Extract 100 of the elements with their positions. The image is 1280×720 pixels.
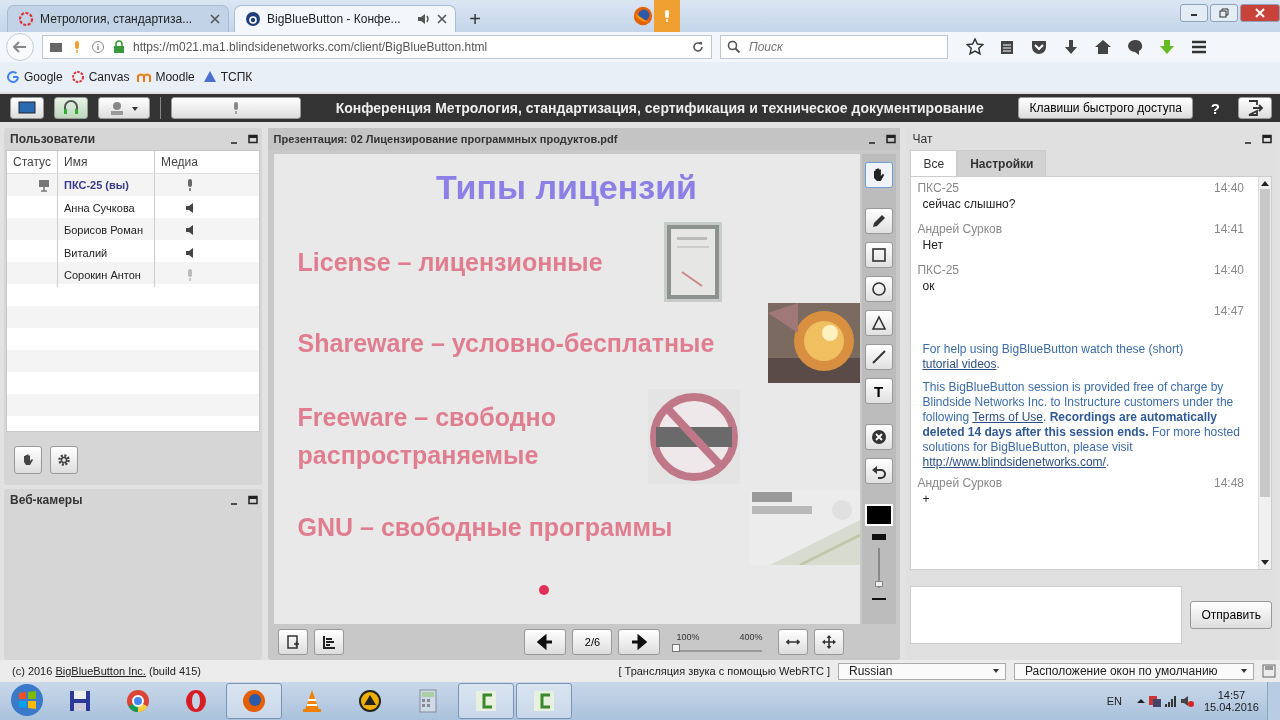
close-icon[interactable] xyxy=(210,14,220,24)
column-header[interactable]: Статус xyxy=(7,151,58,173)
search-icon xyxy=(727,40,741,54)
scroll-down-icon[interactable] xyxy=(1261,560,1269,566)
camtasia-icon xyxy=(473,688,499,714)
maximize-icon[interactable] xyxy=(247,134,258,144)
minimize-button[interactable] xyxy=(1180,4,1208,22)
screen-share-button[interactable] xyxy=(10,97,44,119)
restore-button[interactable] xyxy=(1210,4,1238,22)
undo-tool-button[interactable] xyxy=(864,458,893,484)
text-tool-button[interactable]: T xyxy=(864,378,893,404)
search-input[interactable]: Поиск xyxy=(747,39,941,55)
message-sender: Андрей Сурков xyxy=(917,222,1003,238)
camtasia-app-button[interactable] xyxy=(458,683,514,719)
star-icon[interactable] xyxy=(966,38,984,56)
link[interactable]: Terms of Use xyxy=(972,410,1043,424)
chat-tab[interactable]: Настройки xyxy=(957,150,1047,176)
browser-tab[interactable]: BigBlueButton - Конфе... xyxy=(234,5,456,32)
language-dropdown[interactable]: Russian xyxy=(838,662,1006,680)
reload-icon[interactable] xyxy=(691,40,705,54)
link[interactable]: BigBlueButton Inc. xyxy=(55,665,146,677)
clipboard-icon[interactable] xyxy=(998,38,1016,56)
bookmark[interactable]: ТСПК xyxy=(202,70,253,84)
speaker-icon[interactable] xyxy=(417,12,431,26)
triangle-tool-button[interactable] xyxy=(864,310,893,336)
firefox-icon xyxy=(241,688,267,714)
fit-width-button[interactable] xyxy=(778,629,809,655)
link[interactable]: http://www.blindsidenetworks.com/ xyxy=(922,455,1106,469)
bookmark[interactable]: Moodle xyxy=(137,70,195,84)
scrollbar[interactable] xyxy=(1258,177,1271,569)
raise-hand-button[interactable] xyxy=(14,446,42,474)
new-tab-button[interactable]: + xyxy=(461,6,489,32)
hand-tool-button[interactable] xyxy=(864,162,893,188)
back-button[interactable] xyxy=(6,33,34,61)
settings-button[interactable] xyxy=(50,446,78,474)
info-icon[interactable] xyxy=(91,40,105,54)
chat-bubble-icon[interactable] xyxy=(1126,38,1144,56)
microphone-button[interactable] xyxy=(171,97,301,119)
bookmark-icon xyxy=(70,70,85,84)
column-header[interactable]: Имя xyxy=(58,151,155,173)
clear-tool-button[interactable] xyxy=(864,424,893,450)
maximize-icon[interactable] xyxy=(247,495,258,505)
menu-icon[interactable] xyxy=(1190,38,1208,56)
signal-icon[interactable] xyxy=(1163,694,1178,708)
layout-dropdown[interactable]: Расположение окон по умолчанию xyxy=(1014,662,1254,680)
page-number-button[interactable]: 2/6 xyxy=(572,629,613,655)
tray-arrow-icon[interactable] xyxy=(1135,696,1146,706)
download-icon[interactable] xyxy=(1062,38,1080,56)
camtasia-app-button[interactable] xyxy=(516,683,572,719)
headset-button[interactable] xyxy=(54,97,88,119)
muted-speaker-icon[interactable] xyxy=(1179,694,1194,708)
firefox-app-button[interactable] xyxy=(226,683,282,719)
maximize-icon[interactable] xyxy=(886,134,897,144)
firefox-icon[interactable] xyxy=(632,5,654,27)
color-swatch[interactable] xyxy=(864,504,893,526)
clock[interactable]: 14:57 15.04.2016 xyxy=(1203,689,1259,713)
logout-button[interactable] xyxy=(1238,97,1272,119)
home-icon[interactable] xyxy=(1094,38,1112,56)
ellipse-tool-button[interactable] xyxy=(864,276,893,302)
rectangle-icon xyxy=(870,247,887,263)
help-button[interactable]: ? xyxy=(1202,99,1228,117)
link[interactable]: tutorial videos xyxy=(922,357,997,371)
address-field[interactable]: https://m021.ma1.blindsidenetworks.com/client/BigBlueButton.html xyxy=(42,35,712,59)
right-arrow-icon xyxy=(631,634,648,650)
webcam-button[interactable] xyxy=(98,97,150,119)
thickness-slider[interactable] xyxy=(877,548,880,588)
slide-text: License – лицензионные xyxy=(297,247,603,278)
network-icon[interactable] xyxy=(1147,694,1162,708)
keyboard-language[interactable]: EN xyxy=(1106,695,1122,707)
camera-icon[interactable] xyxy=(49,40,63,54)
search-field[interactable]: Поиск xyxy=(720,35,948,59)
shortcuts-button[interactable]: Клавиши быстрого доступа xyxy=(1018,97,1193,119)
line-tool-button[interactable] xyxy=(864,344,893,370)
rectangle-tool-button[interactable] xyxy=(864,242,893,268)
send-button[interactable]: Отправить xyxy=(1190,601,1272,629)
browser-tab[interactable]: Метрология, стандартиза... xyxy=(7,5,229,32)
message-time: 14:41 xyxy=(1213,222,1244,238)
previous-slide-button[interactable] xyxy=(524,629,567,655)
message-text: Нет xyxy=(921,238,944,254)
message-sender: Андрей Сурков xyxy=(917,476,1003,492)
bookmark[interactable]: Canvas xyxy=(70,70,130,84)
next-slide-button[interactable] xyxy=(618,629,661,655)
camtasia-icon xyxy=(531,688,557,714)
move-button[interactable] xyxy=(814,629,845,655)
left-arrow-icon xyxy=(537,634,554,650)
poll-button[interactable] xyxy=(313,629,344,655)
upload-button[interactable] xyxy=(277,629,308,655)
maximize-icon[interactable] xyxy=(1262,134,1272,144)
user-name: Виталий xyxy=(64,246,108,259)
pocket-icon[interactable] xyxy=(1030,38,1048,56)
scroll-up-icon[interactable] xyxy=(1261,180,1269,186)
message-input[interactable] xyxy=(910,586,1183,644)
column-header[interactable]: Медиа xyxy=(155,151,259,173)
bookmark[interactable]: Google xyxy=(6,70,63,84)
pencil-icon xyxy=(870,213,887,229)
close-button[interactable] xyxy=(1240,4,1280,22)
pencil-tool-button[interactable] xyxy=(864,208,893,234)
close-icon[interactable] xyxy=(437,14,447,24)
lock-icon xyxy=(112,40,126,54)
chat-tab[interactable]: Все xyxy=(910,150,958,176)
